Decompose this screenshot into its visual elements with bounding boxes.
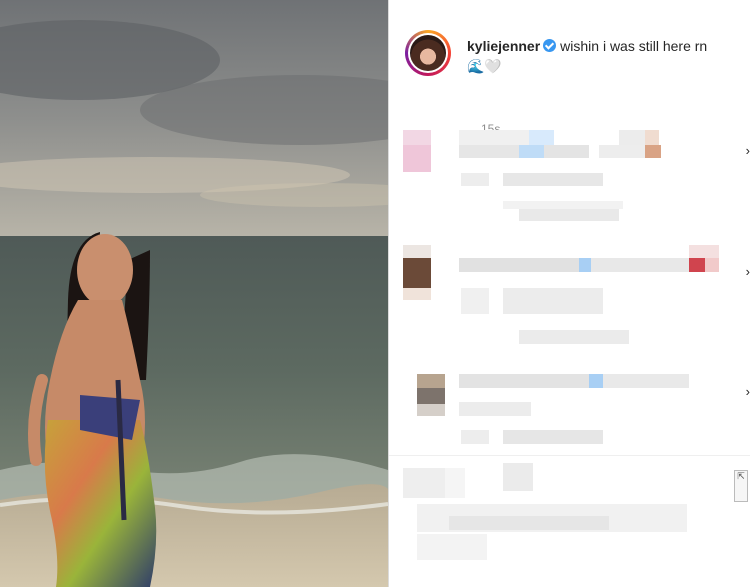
comments-panel: kyliejenner wishin i was still here rn 🌊🤍… [389, 0, 750, 587]
comment-separator [389, 455, 750, 456]
chevron-right-icon[interactable]: › [746, 264, 750, 279]
story-ring-avatar[interactable] [405, 30, 451, 76]
comment-meta [461, 288, 489, 314]
avatar [410, 35, 446, 71]
username-link[interactable]: kyliejenner [467, 38, 540, 54]
view-replies[interactable] [519, 330, 629, 344]
caption-text: wishin i was still here rn [560, 38, 708, 54]
comment-4 [389, 458, 750, 587]
comment-avatar[interactable] [403, 245, 431, 258]
caption-emojis: 🌊🤍 [467, 58, 502, 74]
comment-3: › [389, 372, 750, 452]
beach-photo [0, 0, 388, 587]
chevron-right-icon[interactable]: › [746, 143, 750, 158]
comment-2: › [389, 240, 750, 350]
chevron-right-icon[interactable]: › [746, 384, 750, 399]
comment-text [459, 374, 589, 388]
comment-text [459, 258, 579, 272]
comment-1: › [389, 125, 750, 235]
comment-meta [461, 430, 489, 444]
comment-meta [461, 173, 489, 186]
post-photo[interactable] [0, 0, 388, 587]
verified-badge-icon [543, 39, 557, 52]
comment-avatar[interactable] [403, 130, 431, 145]
comment-text [459, 130, 529, 145]
comment-avatar[interactable] [403, 468, 445, 498]
comment-text [503, 463, 533, 491]
view-replies[interactable] [503, 201, 623, 209]
comment-avatar[interactable] [417, 374, 445, 388]
caption: kyliejenner wishin i was still here rn 🌊🤍 [467, 36, 750, 76]
scroll-expand-button[interactable]: ⇱ [734, 470, 748, 502]
